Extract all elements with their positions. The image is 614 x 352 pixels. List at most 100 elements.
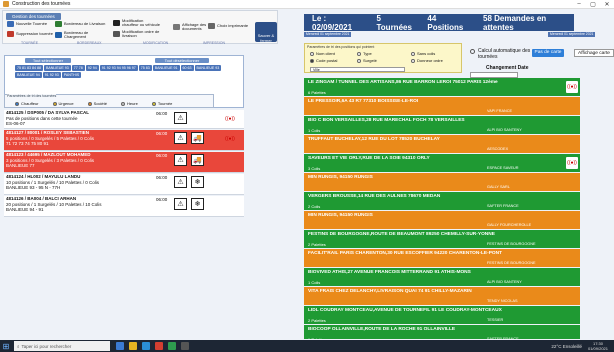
tour-row[interactable]: 4814123 / 44695 / MAZLOUT MOHAMED 3 posit… — [4, 152, 244, 173]
ribbon-section-bordereaux: BORDEREAUX — [77, 41, 102, 45]
date-from[interactable]: Mercredi 01 septembre 2021 — [304, 32, 352, 37]
ribbon-button-2[interactable]: Bordereau de Livraison — [55, 21, 108, 27]
radio-surgele[interactable]: Surgelé — [357, 58, 377, 63]
weather-status[interactable]: 22°C Ensoleillé — [551, 344, 582, 349]
zone-chip[interactable]: BANLIEUE 93 — [43, 65, 71, 71]
zone-chip[interactable]: 92 94 — [85, 65, 99, 71]
ribbon-button-5[interactable]: Modification ordre de livraison — [113, 30, 160, 38]
zone-chip[interactable]: 91 92 93 — [42, 72, 61, 78]
display-map-button[interactable]: Affichage carte — [574, 49, 614, 57]
delivery-row[interactable]: SAVEURS ET VIE ORLY,RUE DE LA SOIE 94310… — [304, 154, 580, 172]
auto-calc-option[interactable]: Calcul automatique des tournées — [470, 48, 534, 60]
delivery-qty: 1 Colis — [308, 280, 321, 285]
radio-nom-client[interactable]: Nom client — [310, 51, 335, 56]
delivery-row[interactable]: VITA FRAIS CHEZ DELANCHY,LIVRAISON QUAI … — [304, 287, 580, 305]
tour-row[interactable]: 4814126 / BA004 / BALCI ARHAN 20 position… — [4, 196, 244, 217]
delivery-row[interactable]: LE PRESSOIR,6A 43 R7 77310 BOISSISE-LE-R… — [304, 97, 580, 115]
tour-row[interactable]: 4814125 / DSP005 / DA SYLVA PASCAL Pas de… — [4, 110, 244, 129]
task-view-icon[interactable] — [116, 342, 124, 350]
tour-row[interactable]: 4814124 / HL002 / MAYULU LANDU 10 positio… — [4, 174, 244, 195]
ribbon-button-4[interactable]: Modification chauffeur ou véhicule — [113, 19, 160, 27]
edge-icon[interactable] — [142, 342, 150, 350]
radio-type[interactable]: Type — [357, 51, 372, 56]
ribbon-button-7[interactable]: Choix imprimante — [208, 23, 255, 29]
tour-sort-option[interactable]: Urgence — [52, 101, 74, 106]
warning-icon: ⚠ — [174, 112, 187, 124]
radio-donneur-ordre[interactable]: Donneur ordre — [411, 58, 443, 63]
delivery-address: VITA FRAIS CHEZ DELANCHY,LIVRAISON QUAI … — [308, 289, 472, 294]
delivery-row[interactable]: MIN RUNGIS, 94150 RUNGIS GALLY SARL — [304, 173, 580, 191]
no-map-button[interactable]: Pas de carte — [532, 49, 564, 57]
taskbar-search[interactable]: ⌕ Taper ici pour rechercher — [14, 341, 110, 351]
zone-chip[interactable]: 75 83 — [138, 65, 152, 71]
delivery-address: MIN RUNGIS, 94150 RUNGIS — [308, 175, 373, 180]
ribbon-section-tournee: TOURNÉE — [21, 41, 39, 45]
zone-chip[interactable]: 77 78 — [71, 65, 85, 71]
deselect-all-button[interactable]: Tout désélectionner — [155, 58, 209, 63]
minimize-button[interactable]: – — [572, 1, 586, 8]
app-icon-red[interactable] — [155, 342, 163, 350]
save-close-button[interactable]: Sauver & fermer — [255, 22, 277, 43]
zone-chip[interactable]: 60 63 — [180, 65, 194, 71]
maximize-button[interactable]: ▢ — [586, 1, 600, 8]
delivery-qty: 2 Colis — [308, 204, 321, 209]
delivery-row[interactable]: FACILIT'RAIL PARIS CHARENTON,30 RUE ESCO… — [304, 249, 580, 267]
delivery-address: TRUFFAUT BUCHELAY,12 RUE DU LOT 78520 BU… — [308, 137, 440, 142]
delivery-row[interactable]: MIN RUNGIS, 94150 RUNGIS GALLY FOURCHEROL… — [304, 211, 580, 229]
delivery-row[interactable]: TRUFFAUT BUCHELAY,12 RUE DU LOT 78520 BU… — [304, 135, 580, 153]
radio-sans-colis[interactable]: Sans colis — [411, 51, 435, 56]
tour-sort-option[interactable]: Société — [87, 101, 107, 106]
zone-chip[interactable]: PANTHIS — [61, 72, 82, 78]
tour-sort-option[interactable]: Chauffeur — [15, 101, 39, 106]
zone-chip[interactable]: BANLIEUE 94 — [15, 72, 42, 78]
delivery-row[interactable]: LE ZINGAM / TUNNEL DES ARTISANS,86 RUE B… — [304, 78, 580, 96]
ribbon-section-modification: MODIFICATION — [143, 41, 169, 45]
ribbon-button-0[interactable]: Nouvelle Tournée — [7, 21, 60, 27]
warning-icon: ⚠ — [174, 132, 187, 144]
tour-row[interactable]: 4814127 / 80001 / ROSLEY SEBASTIEN 5 posi… — [4, 130, 244, 151]
radio-code-postal[interactable]: Code postal — [310, 58, 337, 63]
app-icon-grey[interactable] — [181, 342, 189, 350]
delivery-row[interactable]: BIOVIVED ATHIS,27 AVENUE FRANCOIS MITTER… — [304, 268, 580, 286]
delivery-row[interactable]: LIDL COUDRAY MONTCEAU,AVENUE DE TOURNEFI… — [304, 306, 580, 324]
zone-chip[interactable]: 75 81 83 84 88 — [15, 65, 43, 71]
delivery-row[interactable]: BIO C BON VERSAILLES,28 RUE MARECHAL FOC… — [304, 116, 580, 134]
ribbon-button-label: Choix imprimante — [217, 23, 249, 28]
ville-field[interactable]: Ville — [310, 67, 405, 72]
delivery-client: AESCODEX — [487, 147, 509, 151]
auto-calc-label: Calcul automatique des tournées — [478, 48, 531, 60]
search-icon: ⌕ — [17, 343, 20, 349]
position-sort-title: Paramètres de tri des positions qui poin… — [307, 45, 375, 49]
ribbon-button-icon — [55, 32, 62, 38]
delivery-address: MIN RUNGIS, 94150 RUNGIS — [308, 213, 373, 218]
delivery-address: SAVEURS ET VIE ORLY,RUE DE LA SOIE 94310… — [308, 156, 430, 161]
delivery-client: ALPI BIO SANTENY — [487, 280, 522, 284]
tour-sort-option[interactable]: Tournée — [151, 101, 172, 106]
ribbon-button-1[interactable]: Suppression tournée — [7, 31, 60, 37]
delivery-row[interactable]: BIOCOOP OLLAINVILLE,ROUTE DE LA ROCHE 91… — [304, 325, 580, 339]
zone-chip[interactable]: 91 92 93 94 95 96 97 — [99, 65, 138, 71]
ribbon-section-impression: IMPRESSION — [203, 41, 225, 45]
clock[interactable]: 17:30 01/09/2021 — [588, 341, 608, 351]
app-window: Construction des tournées – ▢ ✕ Gestion … — [0, 0, 614, 340]
tour-sort-title: Paramètres de tri des tournées — [7, 94, 57, 98]
date-to[interactable]: Mercredi 01 septembre 2021 — [548, 32, 596, 37]
ribbon-button-3[interactable]: Bordereau de Chargement — [55, 31, 108, 39]
tours-list: 4814125 / DSP005 / DA SYLVA PASCAL Pas de… — [4, 110, 244, 218]
zone-chip[interactable]: BANLIEUE 91 — [152, 65, 180, 71]
delivery-client: FESTINS DE BOURGOGNE — [487, 261, 536, 265]
app-icon-green[interactable] — [168, 342, 176, 350]
delivery-row[interactable]: VERGERS BROUSSE,14 RUE DES AULNES 78670 … — [304, 192, 580, 210]
delivery-address: FESTINS DE BOURGOGNE,ROUTE DE BEAUMONT 8… — [308, 232, 495, 237]
file-explorer-icon[interactable] — [129, 342, 137, 350]
delivery-row[interactable]: FESTINS DE BOURGOGNE,ROUTE DE BEAUMONT 8… — [304, 230, 580, 248]
ribbon-tab-tours[interactable]: Gestion des tournées — [6, 13, 61, 20]
app-icon — [3, 1, 9, 7]
window-title: Construction des tournées — [12, 1, 71, 7]
tour-zones: BANLIEUE 94 - 91 — [6, 207, 44, 212]
close-button[interactable]: ✕ — [600, 1, 614, 8]
tour-sort-option[interactable]: Heure — [120, 101, 138, 106]
zone-chip[interactable]: BANLIEUE 93 — [194, 65, 222, 71]
select-all-button[interactable]: Tout sélectionner — [25, 58, 71, 63]
windows-start-icon[interactable]: ⊞ — [0, 340, 12, 352]
